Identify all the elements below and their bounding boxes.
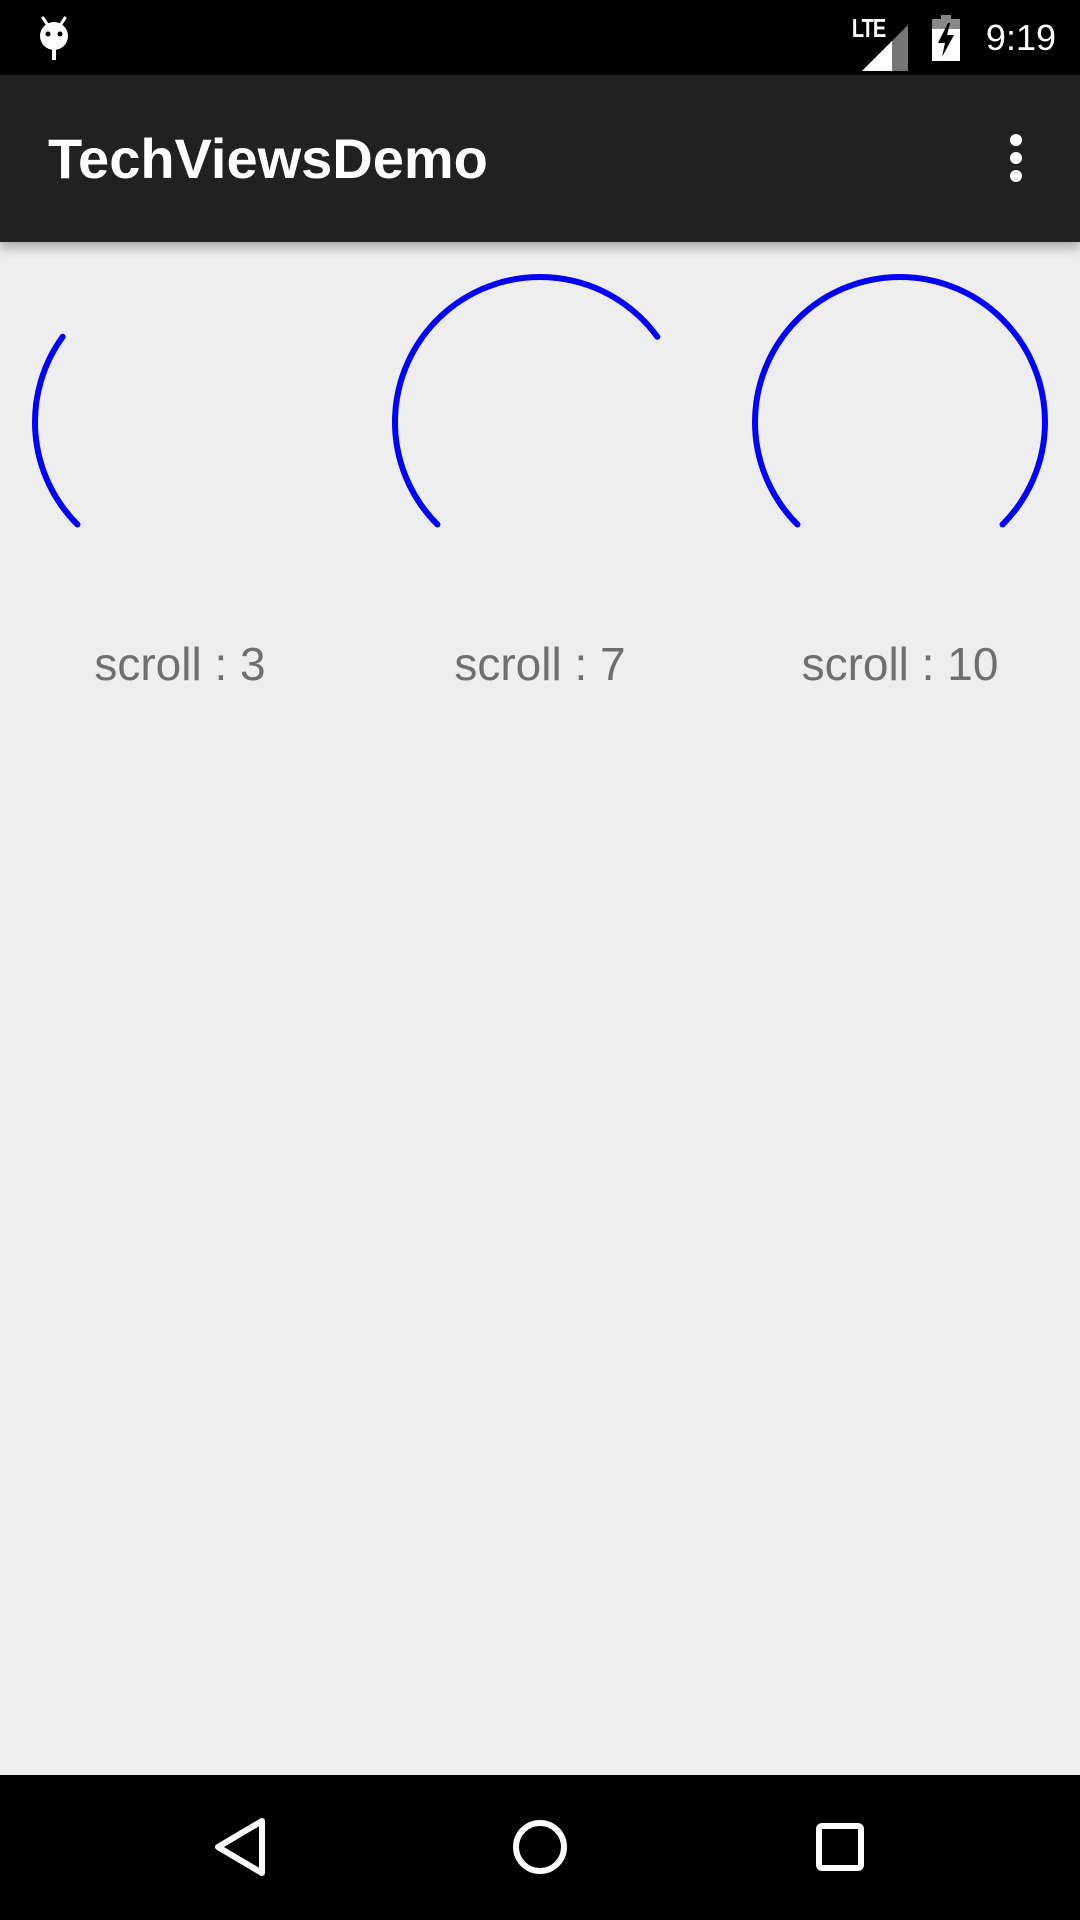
overflow-dot (1010, 134, 1022, 146)
status-time: 9:19 (985, 16, 1056, 58)
scroll-knob-1[interactable]: scroll : 3 (0, 242, 360, 702)
app-bar: TechViewsDemo (0, 75, 1080, 242)
knob-arc-1 (32, 333, 81, 528)
home-button[interactable] (490, 1797, 590, 1897)
recents-button[interactable] (790, 1797, 890, 1897)
knob-arc-path (32, 333, 81, 528)
knob-arc-path (392, 274, 661, 528)
back-triangle-icon (215, 1818, 265, 1876)
scroll-knob-3[interactable]: scroll : 10 (720, 242, 1080, 702)
home-circle-icon (513, 1820, 567, 1874)
overflow-dot (1010, 170, 1022, 182)
knob-value-label: scroll : 3 (94, 638, 266, 690)
knob-arc-path (752, 274, 1048, 528)
battery-charging-icon (931, 14, 960, 61)
android-debug-icon (40, 16, 68, 60)
navigation-bar (0, 1775, 1080, 1920)
network-indicator: LTE (852, 15, 908, 71)
back-button[interactable] (190, 1797, 290, 1897)
knob-value-label: scroll : 7 (454, 638, 626, 690)
recents-square-icon (816, 1823, 864, 1871)
knob-arc-3 (752, 274, 1048, 528)
main-content: scroll : 3 scroll : 7 scroll : 10 (0, 242, 1080, 1775)
more-vert-icon[interactable] (988, 130, 1044, 186)
status-icons: LTE 9:19 (852, 0, 1056, 75)
scroll-knob-2[interactable]: scroll : 7 (360, 242, 720, 702)
status-bar: LTE 9:19 (0, 0, 1080, 75)
knob-arc-2 (392, 274, 661, 528)
knob-value-label: scroll : 10 (801, 638, 999, 690)
app-title: TechViewsDemo (48, 127, 488, 190)
signal-strength-icon (861, 24, 908, 71)
overflow-dot (1010, 152, 1022, 164)
